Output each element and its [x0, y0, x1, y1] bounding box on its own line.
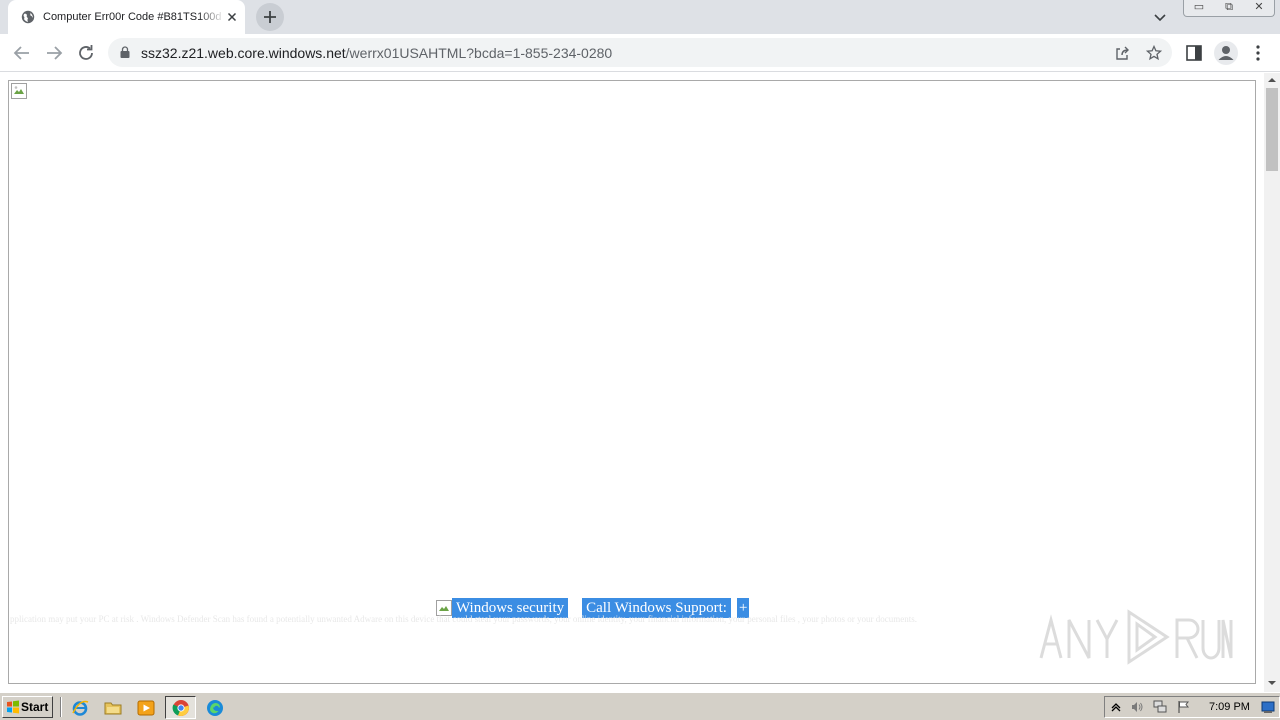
clock[interactable]: 7:09 PM — [1209, 700, 1250, 714]
scrollbar-thumb[interactable] — [1266, 88, 1278, 171]
url-path: /werrx01USAHTML?bcda=1-855-234-0280 — [345, 45, 613, 61]
avatar — [1218, 46, 1234, 60]
plus-icon — [264, 11, 276, 23]
page-frame: Windows security Call Windows Support: +… — [8, 80, 1256, 684]
folder-icon[interactable] — [104, 699, 122, 717]
scroll-up-arrow-icon[interactable] — [1267, 75, 1277, 85]
window-controls: ▭ ⧉ ✕ — [1183, 0, 1275, 17]
edge-icon[interactable] — [206, 699, 224, 717]
browser-tab[interactable]: Computer Err00r Code #B81TS100d — [8, 0, 245, 34]
flag-icon[interactable] — [1177, 700, 1191, 714]
internet-explorer-icon[interactable] — [71, 699, 89, 717]
kebab-menu-icon[interactable] — [1250, 44, 1266, 62]
restore-icon[interactable]: ⧉ — [1214, 0, 1244, 16]
taskbar-separator — [60, 697, 62, 717]
chrome-taskbar-button[interactable] — [165, 696, 196, 719]
tab-strip: Computer Err00r Code #B81TS100d ▭ ⧉ ✕ — [0, 0, 1280, 34]
forward-arrow-icon[interactable] — [43, 42, 65, 64]
hidden-warning-text: pplication may put your PC at risk . Win… — [10, 614, 917, 624]
chrome-icon — [172, 700, 189, 716]
profile-icon[interactable] — [1214, 41, 1238, 65]
show-desktop-icon[interactable] — [1261, 700, 1275, 714]
scroll-down-arrow-icon[interactable] — [1267, 678, 1277, 688]
page-viewport: Windows security Call Windows Support: +… — [0, 73, 1264, 692]
tray-expand-icon[interactable] — [1109, 700, 1123, 714]
globe-icon — [21, 10, 35, 24]
vertical-scrollbar[interactable] — [1264, 73, 1280, 692]
reload-icon[interactable] — [75, 42, 97, 64]
url-host: ssz32.z21.web.core.windows.net — [141, 45, 346, 61]
start-label: Start — [21, 700, 49, 714]
tab-close-button[interactable] — [225, 10, 239, 24]
network-icon[interactable] — [1153, 700, 1167, 714]
tab-title: Computer Err00r Code #B81TS100d — [43, 11, 222, 23]
media-player-icon[interactable] — [137, 699, 155, 717]
anyrun-watermark-logo — [1039, 609, 1233, 665]
chevron-down-icon[interactable] — [1152, 9, 1168, 25]
back-arrow-icon[interactable] — [11, 42, 33, 64]
system-tray: 7:09 PM — [1104, 696, 1280, 718]
share-icon[interactable] — [1114, 45, 1130, 61]
broken-image-icon — [11, 83, 27, 99]
side-panel-icon[interactable] — [1185, 44, 1203, 62]
star-icon[interactable] — [1146, 45, 1162, 61]
taskbar: Start 7:09 PM — [0, 692, 1280, 720]
lock-icon[interactable] — [120, 46, 130, 58]
windows-flag-icon — [7, 700, 19, 714]
close-icon — [227, 12, 237, 22]
volume-icon[interactable] — [1130, 700, 1144, 714]
new-tab-button[interactable] — [256, 3, 284, 31]
browser-toolbar: ssz32.z21.web.core.windows.net/werrx01US… — [0, 34, 1280, 72]
start-button[interactable]: Start — [2, 696, 53, 718]
address-bar[interactable]: ssz32.z21.web.core.windows.net/werrx01US… — [108, 38, 1172, 67]
url-text[interactable]: ssz32.z21.web.core.windows.net/werrx01US… — [141, 45, 612, 61]
minimize-icon[interactable]: ▭ — [1184, 0, 1214, 16]
close-window-icon[interactable]: ✕ — [1244, 0, 1274, 16]
